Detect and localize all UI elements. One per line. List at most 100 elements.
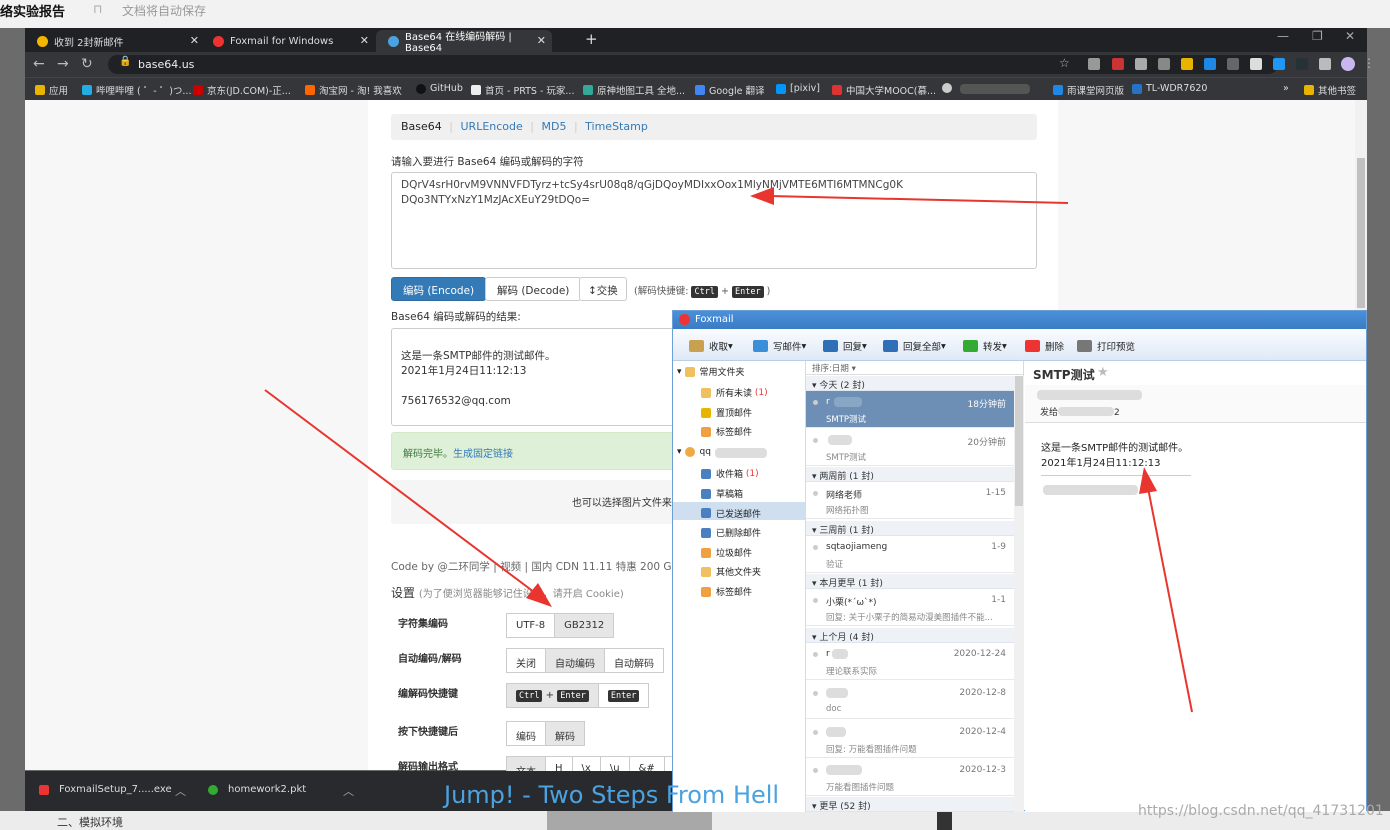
compose-button[interactable]: 写邮件 ▾ [753, 339, 806, 353]
folder-pinned[interactable]: 置顶邮件 [701, 406, 752, 419]
download-item[interactable]: FoxmailSetup_7.....exe [39, 784, 172, 795]
group-header[interactable]: ▾ 两周前 (1 封) [806, 467, 1014, 482]
folder-junk[interactable]: 垃圾邮件 [701, 546, 752, 559]
option-off[interactable]: 关闭 [506, 648, 546, 673]
extension-icon[interactable] [1204, 58, 1216, 70]
download-item[interactable]: homework2.pkt [208, 784, 306, 795]
bookmark-item[interactable]: 中国大学MOOC(慕... [832, 83, 936, 97]
option-enter[interactable]: Enter [597, 683, 650, 708]
folder-tagged-2[interactable]: 标签邮件 [701, 585, 752, 598]
option-utf8[interactable]: UTF-8 [506, 613, 556, 638]
folder-common[interactable]: ▾ 常用文件夹 [677, 365, 745, 378]
mail-item[interactable]: 2020-12-3 万能看图插件问题 [806, 759, 1014, 796]
close-icon[interactable]: ✕ [190, 34, 199, 47]
new-tab-icon[interactable]: + [585, 30, 598, 48]
extension-icon[interactable] [1158, 58, 1170, 70]
group-header[interactable]: ▾ 上个月 (4 封) [806, 628, 1014, 643]
account-qq[interactable]: ▾ qq [677, 447, 711, 457]
bookmark-item[interactable]: 原神地图工具 全地... [583, 83, 685, 97]
bookmark-item[interactable]: 首页 - PRTS - 玩家... [471, 83, 574, 97]
reply-all-button[interactable]: 回复全部 ▾ [883, 339, 946, 353]
extension-icon[interactable] [1227, 58, 1239, 70]
subnav-urlencode[interactable]: URLEncode [461, 120, 523, 133]
mail-item[interactable]: 小栗(*´ω`*) 1-1 回复: 关于小栗子的简易动漫美图插件不能... [806, 589, 1014, 626]
group-header[interactable]: ▾ 本月更早 (1 封) [806, 574, 1014, 589]
other-bookmarks[interactable]: 其他书签 [1304, 83, 1356, 97]
star-icon[interactable]: ☆ [1059, 56, 1070, 70]
scrollbar-thumb[interactable] [1357, 158, 1365, 308]
mail-item[interactable]: 网络老师 1-15 网络拓扑图 [806, 482, 1014, 519]
group-header[interactable]: ▾ 今天 (2 封) [806, 376, 1014, 391]
scrollbar-thumb[interactable] [1015, 376, 1023, 506]
folder-deleted[interactable]: 已删除邮件 [701, 526, 761, 539]
extension-icon[interactable] [1296, 58, 1308, 70]
bookmark-item[interactable]: 京东(JD.COM)-正... [193, 83, 291, 97]
tab-foxmail[interactable]: Foxmail for Windows ✕ [201, 30, 375, 52]
folder-tagged[interactable]: 标签邮件 [701, 425, 752, 438]
back-icon[interactable]: ← [33, 56, 45, 72]
bookmark-item[interactable] [942, 83, 956, 93]
subnav-base64[interactable]: Base64 [401, 120, 442, 133]
window-close-icon[interactable]: ✕ [1345, 29, 1355, 43]
option-auto-decode[interactable]: 自动解码 [604, 648, 664, 673]
maximize-icon[interactable]: ❐ [1312, 29, 1323, 43]
folder-inbox[interactable]: 收件箱 (1) [701, 467, 759, 480]
group-header[interactable]: ▾ 更早 (52 封) [806, 797, 1014, 812]
menu-icon[interactable]: ⋮ [1363, 56, 1375, 70]
forward-button[interactable]: 转发 ▾ [963, 339, 1007, 353]
forward-icon[interactable]: → [57, 56, 69, 72]
bookmarks-more-icon[interactable]: » [1283, 83, 1289, 94]
bookmark-item[interactable]: [pixiv] [776, 83, 820, 94]
bookmark-item[interactable]: Google 翻译 [695, 83, 765, 97]
extension-icon[interactable] [1273, 58, 1285, 70]
lock-icon[interactable]: 🔒 [119, 56, 131, 67]
chevron-up-icon[interactable]: ︿ [175, 783, 186, 799]
option-decode[interactable]: 解码 [545, 721, 585, 746]
delete-button[interactable]: 删除 [1025, 339, 1064, 353]
tab-base64[interactable]: Base64 在线编码解码 | Base64 ✕ [376, 30, 552, 54]
puzzle-icon[interactable] [1319, 58, 1331, 70]
decode-button[interactable]: 解码 (Decode) [485, 277, 582, 301]
extension-icon[interactable] [1181, 58, 1193, 70]
reply-button[interactable]: 回复 ▾ [823, 339, 867, 353]
subnav-timestamp[interactable]: TimeStamp [585, 120, 648, 133]
permalink-link[interactable]: 生成固定链接 [453, 449, 513, 460]
bookmark-item[interactable]: 应用 [35, 83, 68, 97]
mail-item[interactable]: 2020-12-4 回复: 万能看图插件问题 [806, 721, 1014, 758]
minimize-icon[interactable]: — [1277, 29, 1289, 43]
swap-button[interactable]: ↕交换 [579, 277, 627, 301]
mail-item[interactable]: r 18分钟前 SMTP测试 [806, 391, 1014, 428]
subnav-md5[interactable]: MD5 [541, 120, 566, 133]
mail-item[interactable]: 2020-12-8 doc [806, 682, 1014, 719]
extension-icon[interactable] [1135, 58, 1147, 70]
mail-item[interactable]: sqtaojiameng 1-9 验证 [806, 536, 1014, 573]
base64-input[interactable]: DQrV4srH0rvM9VNNVFDTyrz+tcSy4srU08q8/qGj… [391, 172, 1037, 269]
option-ctrl-enter[interactable]: Ctrl + Enter [506, 683, 599, 708]
receive-button[interactable]: 收取 ▾ [689, 339, 733, 353]
extension-icon[interactable] [1088, 58, 1100, 70]
avatar[interactable] [1341, 57, 1355, 71]
option-encode[interactable]: 编码 [506, 721, 546, 746]
encode-button[interactable]: 编码 (Encode) [391, 277, 487, 301]
reload-icon[interactable]: ↻ [81, 56, 93, 72]
bookmark-outline-icon[interactable]: ⊓ [93, 2, 102, 16]
bookmark-item[interactable]: 淘宝网 - 淘! 我喜欢 [305, 83, 402, 97]
close-icon[interactable]: ✕ [360, 34, 369, 47]
bookmark-item[interactable]: GitHub [416, 83, 463, 94]
star-icon[interactable]: ★ [1097, 365, 1109, 380]
extension-icon[interactable] [1250, 58, 1262, 70]
group-header[interactable]: ▾ 三周前 (1 封) [806, 521, 1014, 536]
chevron-up-icon[interactable]: ︿ [343, 783, 354, 799]
sort-bar[interactable]: 排序:日期 ▾ [806, 361, 1024, 375]
bookmark-item[interactable]: TL-WDR7620 [1132, 83, 1207, 94]
bookmark-item[interactable]: 哔哩哔哩 ( ゜- ゜)つ... [82, 83, 191, 97]
tab-mail[interactable]: 收到 2封新邮件 ✕ [25, 30, 205, 52]
folder-drafts[interactable]: 草稿箱 [701, 487, 743, 500]
bookmark-item[interactable]: 雨课堂网页版 [1053, 83, 1124, 97]
mail-item[interactable]: 20分钟前 SMTP测试 [806, 429, 1014, 466]
adblock-icon[interactable] [1112, 58, 1124, 70]
folder-sent[interactable]: 已发送邮件 [673, 502, 805, 520]
option-auto-encode[interactable]: 自动编码 [545, 648, 605, 673]
folder-unread[interactable]: 所有未读 (1) [701, 386, 768, 399]
url-input[interactable]: base64.us [108, 55, 1278, 74]
